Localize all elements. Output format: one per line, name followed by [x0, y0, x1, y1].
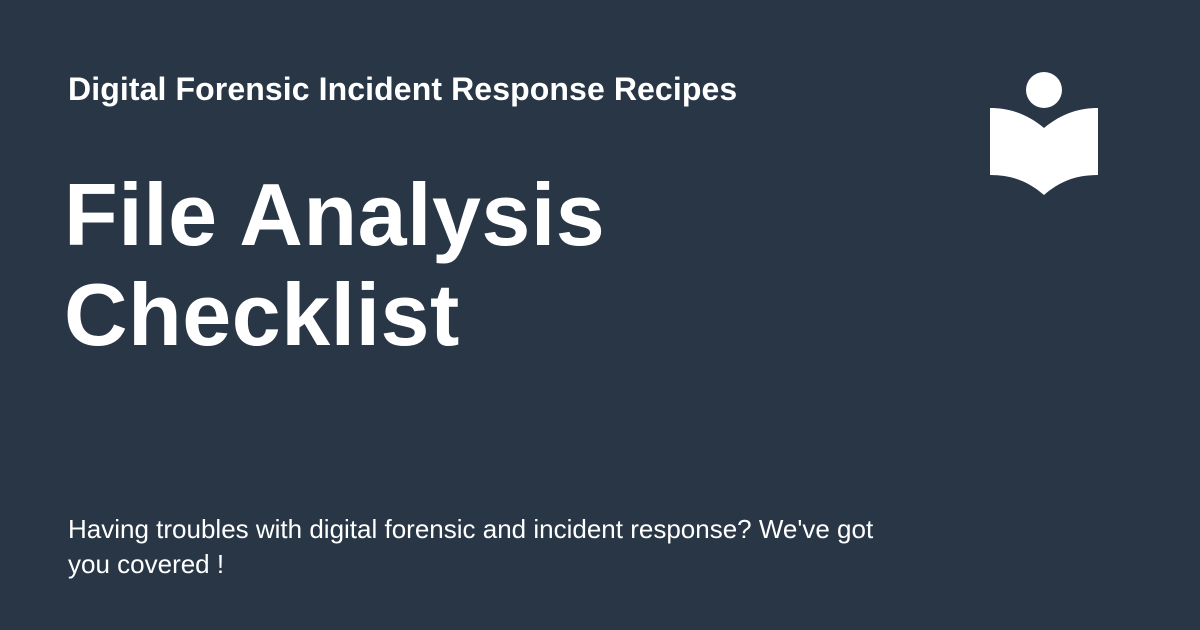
- site-title: Digital Forensic Incident Response Recip…: [68, 71, 738, 107]
- social-preview-card: Digital Forensic Incident Response Recip…: [0, 0, 1200, 630]
- page-description: Having troubles with digital forensic an…: [68, 514, 874, 579]
- page-title: File Analysis Checklist: [64, 165, 884, 365]
- page-title-line-2: Checklist: [64, 265, 460, 364]
- page-title-line-1: File Analysis: [64, 165, 606, 264]
- reader-book-icon: [988, 70, 1100, 200]
